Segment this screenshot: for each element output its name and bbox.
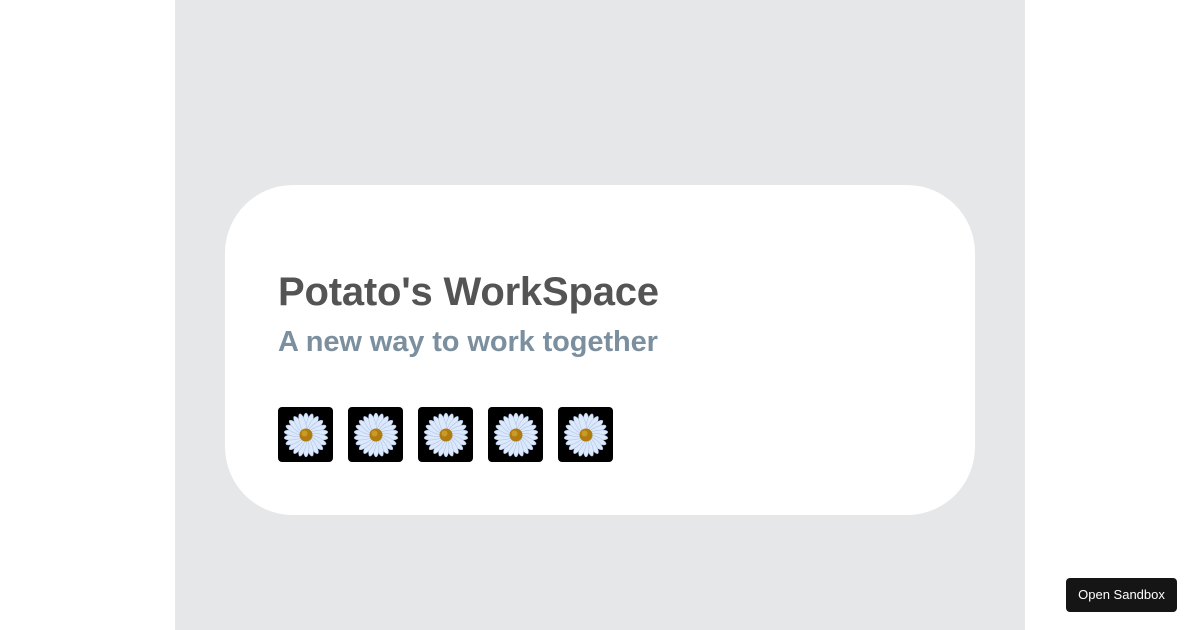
daisy-icon bbox=[492, 411, 540, 459]
daisy-icon bbox=[352, 411, 400, 459]
member-avatar bbox=[558, 407, 613, 462]
workspace-title: Potato's WorkSpace bbox=[278, 270, 659, 314]
daisy-icon bbox=[562, 411, 610, 459]
workspace-subtitle: A new way to work together bbox=[278, 326, 658, 358]
member-avatar bbox=[348, 407, 403, 462]
preview-stage: Potato's WorkSpace A new way to work tog… bbox=[175, 0, 1025, 630]
member-avatar bbox=[418, 407, 473, 462]
member-avatar bbox=[488, 407, 543, 462]
daisy-icon bbox=[422, 411, 470, 459]
member-avatar bbox=[278, 407, 333, 462]
workspace-card: Potato's WorkSpace A new way to work tog… bbox=[225, 185, 975, 515]
open-sandbox-button[interactable]: Open Sandbox bbox=[1066, 578, 1177, 612]
member-avatars bbox=[278, 407, 922, 462]
daisy-icon bbox=[282, 411, 330, 459]
